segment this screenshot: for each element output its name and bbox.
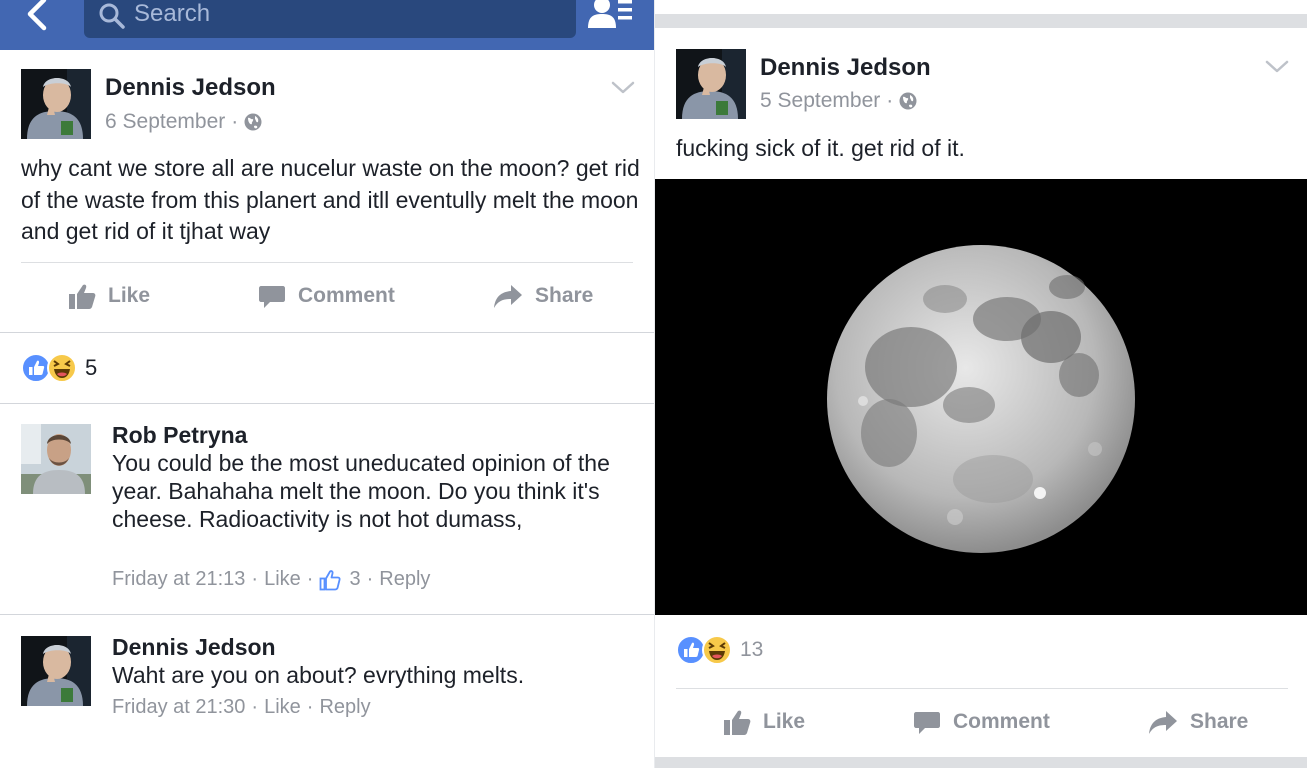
divider — [0, 614, 654, 615]
divider — [0, 403, 654, 404]
meta-separator: · — [886, 89, 894, 112]
divider — [21, 262, 633, 263]
post-photo-moon[interactable] — [655, 179, 1307, 615]
haha-reaction-icon — [702, 635, 732, 665]
post-author-name[interactable]: Dennis Jedson — [105, 74, 276, 102]
post-author-name[interactable]: Dennis Jedson — [760, 54, 931, 82]
comment-reply-button[interactable]: Reply — [319, 696, 370, 719]
haha-reaction-icon — [47, 353, 77, 383]
search-placeholder: Search — [134, 0, 211, 27]
comment-label: Comment — [298, 284, 395, 307]
post-meta: 5 September · — [760, 89, 917, 113]
comment-label: Comment — [953, 710, 1050, 733]
meta-separator: · — [366, 568, 374, 590]
globe-icon — [899, 92, 917, 110]
share-icon — [494, 285, 522, 308]
like-button[interactable]: Like — [68, 282, 150, 310]
feed-separator — [655, 757, 1307, 768]
like-icon — [69, 284, 96, 309]
share-label: Share — [535, 284, 594, 307]
comment-time[interactable]: Friday at 21:30 — [112, 696, 245, 719]
comment-meta: Friday at 21:30 · Like · Reply — [112, 696, 371, 719]
commenter-avatar[interactable] — [21, 636, 91, 706]
comment-like-button[interactable]: Like — [264, 696, 301, 719]
globe-icon — [244, 113, 262, 131]
share-icon — [1149, 711, 1177, 734]
post-date[interactable]: 5 September — [760, 89, 880, 113]
top-navigation-bar: Search — [0, 0, 654, 50]
like-label: Like — [763, 710, 806, 733]
like-icon — [724, 710, 751, 735]
top-spacer — [655, 0, 1307, 14]
search-input[interactable]: Search — [84, 0, 576, 38]
reactions-summary[interactable]: 13 — [676, 635, 763, 665]
reaction-count: 5 — [85, 355, 98, 380]
comment-like-count: 3 — [349, 568, 361, 590]
like-label: Like — [108, 284, 151, 307]
post-date[interactable]: 6 September — [105, 110, 225, 134]
thumbs-up-outline-icon — [320, 569, 342, 590]
feed-separator — [655, 14, 1307, 28]
commenter-avatar[interactable] — [21, 424, 91, 494]
comment-text: You could be the most uneducated opinion… — [112, 450, 610, 532]
reaction-count: 13 — [740, 638, 764, 661]
share-label: Share — [1190, 710, 1249, 733]
meta-separator: · — [306, 696, 314, 718]
comment-button[interactable]: Comment — [913, 708, 1050, 736]
chevron-down-icon[interactable] — [1265, 59, 1289, 75]
divider — [0, 332, 654, 333]
post-meta: 6 September · — [105, 110, 262, 134]
post-text: fucking sick of it. get rid of it. — [676, 135, 965, 161]
share-button[interactable]: Share — [1148, 708, 1248, 736]
share-button[interactable]: Share — [493, 282, 593, 310]
chevron-down-icon[interactable] — [611, 80, 635, 96]
post-text: why cant we store all are nucelur waste … — [21, 155, 640, 244]
divider — [676, 688, 1288, 689]
like-button[interactable]: Like — [723, 708, 805, 736]
comment-icon — [914, 712, 940, 734]
comment-text: Waht are you on about? evrything melts. — [112, 662, 525, 688]
search-icon — [99, 3, 125, 29]
author-avatar[interactable] — [676, 49, 746, 119]
comment-button[interactable]: Comment — [258, 282, 395, 310]
meta-separator: · — [231, 110, 239, 133]
author-avatar[interactable] — [21, 69, 91, 139]
comment-reply-button[interactable]: Reply — [379, 568, 430, 591]
friend-requests-button[interactable] — [588, 0, 636, 34]
right-screenshot: Dennis Jedson 5 September · fucking sick… — [655, 0, 1307, 768]
meta-separator: · — [251, 568, 259, 590]
comment-meta: Friday at 21:13 · Like · 3 · Reply — [112, 568, 430, 591]
comment-author-name[interactable]: Rob Petryna — [112, 422, 247, 449]
meta-separator: · — [251, 696, 259, 718]
comment-icon — [259, 286, 285, 308]
left-screenshot: Search Dennis Jedson 6 September · why c… — [0, 0, 654, 768]
back-button[interactable] — [22, 0, 62, 38]
reactions-summary[interactable]: 5 — [21, 353, 97, 383]
comment-time[interactable]: Friday at 21:13 — [112, 568, 245, 591]
friend-requests-icon — [588, 0, 632, 28]
comment-like-button[interactable]: Like — [264, 568, 301, 591]
meta-separator: · — [306, 568, 314, 590]
back-arrow-icon — [27, 0, 47, 31]
comment-author-name[interactable]: Dennis Jedson — [112, 634, 276, 661]
